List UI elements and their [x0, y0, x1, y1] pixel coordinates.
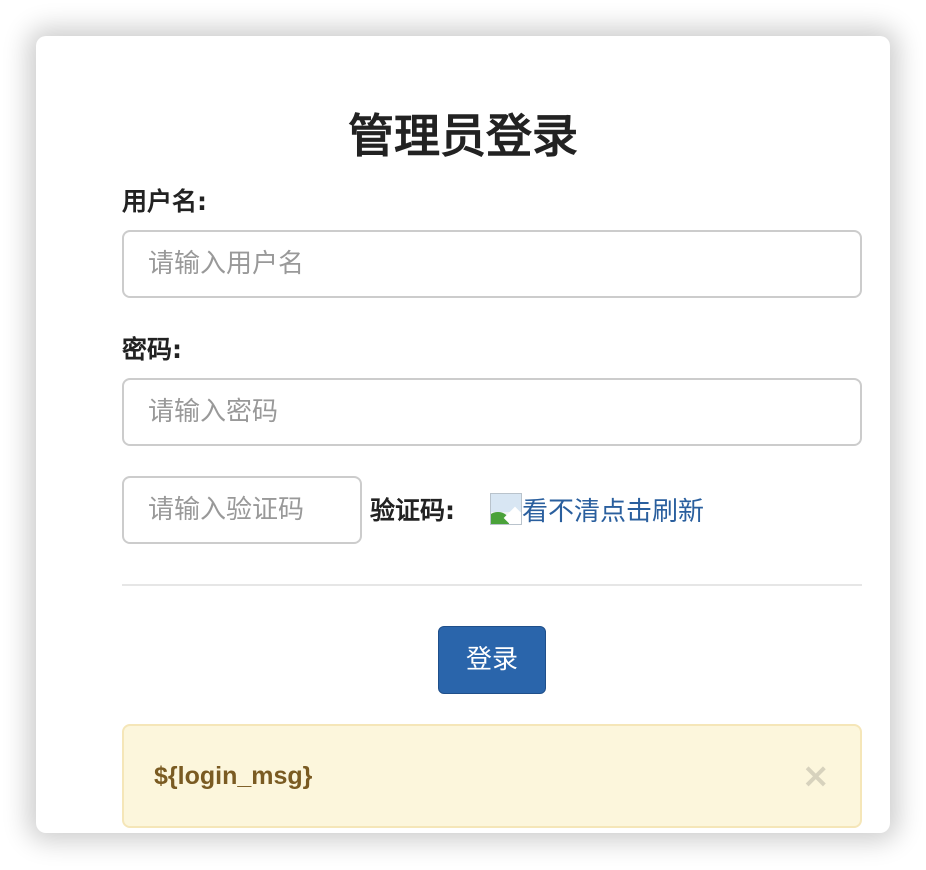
alert-message: ${login_msg} [154, 762, 313, 790]
captcha-label: 验证码: [370, 496, 455, 525]
login-button[interactable]: 登录 [438, 626, 546, 694]
broken-image-icon [490, 493, 522, 525]
username-input[interactable] [122, 230, 862, 298]
login-card: 管理员登录 用户名: 密码: 验证码: 看不清点击刷新 登录 ${login_m… [36, 36, 890, 833]
page-title: 管理员登录 [348, 109, 578, 163]
alert-box: ${login_msg} × [122, 724, 862, 828]
captcha-refresh-link[interactable]: 看不清点击刷新 [490, 489, 704, 529]
divider [122, 584, 862, 586]
captcha-input[interactable] [122, 476, 362, 544]
captcha-refresh-text: 看不清点击刷新 [522, 496, 705, 527]
username-label: 用户名: [122, 187, 207, 216]
close-icon[interactable]: × [802, 726, 831, 826]
password-label: 密码: [122, 335, 182, 364]
password-input[interactable] [122, 378, 862, 446]
